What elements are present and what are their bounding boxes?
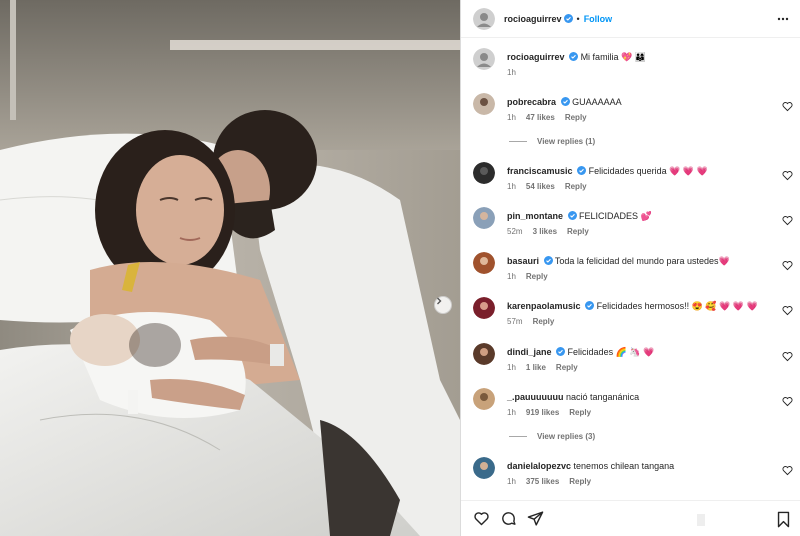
view-replies-button[interactable]: View replies (1) — [509, 137, 595, 146]
reply-button[interactable]: Reply — [556, 363, 578, 372]
author-username[interactable]: rocioaguirrev — [504, 14, 562, 24]
commenter-avatar[interactable] — [473, 343, 495, 365]
commenter-avatar[interactable] — [473, 252, 495, 274]
reply-button[interactable]: Reply — [569, 408, 591, 417]
caption-time: 1h — [507, 68, 516, 77]
commenter-avatar[interactable] — [473, 388, 495, 410]
like-heart-icon[interactable] — [473, 510, 490, 527]
like-comment-heart-icon[interactable] — [782, 170, 793, 181]
header-separator: • — [576, 13, 580, 24]
verified-badge-icon — [543, 256, 553, 265]
comment-username[interactable]: danielalopezvc — [507, 461, 571, 471]
author-avatar[interactable] — [473, 48, 495, 70]
comment-likes[interactable]: 919 likes — [526, 408, 559, 417]
like-comment-heart-icon[interactable] — [782, 215, 793, 226]
verified-badge-icon — [556, 347, 566, 356]
comment-bubble-icon[interactable] — [500, 510, 517, 527]
view-replies-label[interactable]: View replies (1) — [537, 137, 595, 146]
comment-username[interactable]: karenpaolamusic — [507, 301, 581, 311]
caption-username[interactable]: rocioaguirrev — [507, 52, 565, 62]
commenter-avatar[interactable] — [473, 93, 495, 115]
comment-text: GUAAAAAA — [572, 97, 622, 107]
reply-button[interactable]: Reply — [533, 317, 555, 326]
share-paper-plane-icon[interactable] — [527, 510, 544, 527]
comment-username[interactable]: _.pauuuuuuu — [507, 392, 564, 402]
view-replies-line — [509, 436, 527, 437]
comment-text: FELICIDADES 💕 — [579, 211, 652, 221]
verified-badge-icon — [563, 14, 573, 23]
reply-button[interactable]: Reply — [569, 477, 591, 486]
verified-badge-icon — [577, 166, 587, 175]
comment-text: nació tanganánica — [566, 392, 640, 402]
photo-illustration — [0, 0, 460, 536]
commenter-avatar[interactable] — [473, 162, 495, 184]
like-comment-heart-icon[interactable] — [782, 101, 793, 112]
reply-button[interactable]: Reply — [565, 113, 587, 122]
comment-username[interactable]: pobrecabra — [507, 97, 556, 107]
comments-list[interactable]: rocioaguirrev Mi familia 💖 👨‍👩‍👦 1h pobr… — [461, 38, 800, 500]
post-header: rocioaguirrev • Follow — [461, 0, 800, 38]
more-options-icon[interactable] — [777, 13, 789, 25]
verified-badge-icon — [567, 211, 577, 220]
view-replies-button[interactable]: View replies (3) — [509, 432, 595, 441]
comments-panel: rocioaguirrev • Follow rocioaguirrev Mi … — [460, 0, 800, 536]
comment-time: 1h — [507, 272, 516, 281]
comment-likes[interactable]: 54 likes — [526, 182, 555, 191]
comment-likes[interactable]: 1 like — [526, 363, 546, 372]
comment-likes[interactable]: 47 likes — [526, 113, 555, 122]
reply-button[interactable]: Reply — [565, 182, 587, 191]
verified-badge-icon — [585, 301, 595, 310]
comment-username[interactable]: franciscamusic — [507, 166, 573, 176]
commenter-avatar[interactable] — [473, 297, 495, 319]
comment-username[interactable]: pin_montane — [507, 211, 563, 221]
comment-time: 52m — [507, 227, 523, 236]
comment-time: 1h — [507, 113, 516, 122]
comment-text: Felicidades querida 💗 💗 💗 — [588, 166, 708, 176]
comment-username[interactable]: basauri — [507, 256, 539, 266]
view-replies-label[interactable]: View replies (3) — [537, 432, 595, 441]
comment-time: 1h — [507, 408, 516, 417]
reply-button[interactable]: Reply — [526, 272, 548, 281]
placeholder-chip — [697, 514, 705, 526]
post-actions-bar — [461, 500, 800, 536]
comment-time: 1h — [507, 182, 516, 191]
commenter-avatar[interactable] — [473, 457, 495, 479]
reply-button[interactable]: Reply — [567, 227, 589, 236]
chevron-right-icon — [437, 297, 442, 305]
comment-text: Toda la felicidad del mundo para ustedes… — [554, 256, 730, 266]
comment-likes[interactable]: 3 likes — [533, 227, 557, 236]
next-photo-button[interactable] — [434, 296, 452, 314]
post-photo — [0, 0, 460, 536]
like-comment-heart-icon[interactable] — [782, 396, 793, 407]
comment-text: Felicidades hermosos!! 😍 🥰 💗 💗 💗 — [596, 301, 758, 311]
view-replies-line — [509, 141, 527, 142]
like-comment-heart-icon[interactable] — [782, 465, 793, 476]
comment-time: 57m — [507, 317, 523, 326]
author-avatar[interactable] — [473, 7, 495, 30]
like-comment-heart-icon[interactable] — [782, 260, 793, 271]
like-comment-heart-icon[interactable] — [782, 305, 793, 316]
verified-badge-icon — [560, 97, 570, 106]
verified-badge-icon — [569, 52, 579, 61]
comment-text: Felicidades 🌈 🦄 💗 — [567, 347, 655, 357]
caption-text: Mi familia 💖 👨‍👩‍👦 — [580, 52, 646, 62]
commenter-avatar[interactable] — [473, 207, 495, 229]
follow-button[interactable]: Follow — [584, 14, 613, 24]
comment-username[interactable]: dindi_jane — [507, 347, 552, 357]
comment-likes[interactable]: 375 likes — [526, 477, 559, 486]
comment-time: 1h — [507, 477, 516, 486]
comment-time: 1h — [507, 363, 516, 372]
comment-text: tenemos chilean tangana — [573, 461, 675, 471]
bookmark-icon[interactable] — [776, 511, 791, 528]
like-comment-heart-icon[interactable] — [782, 351, 793, 362]
